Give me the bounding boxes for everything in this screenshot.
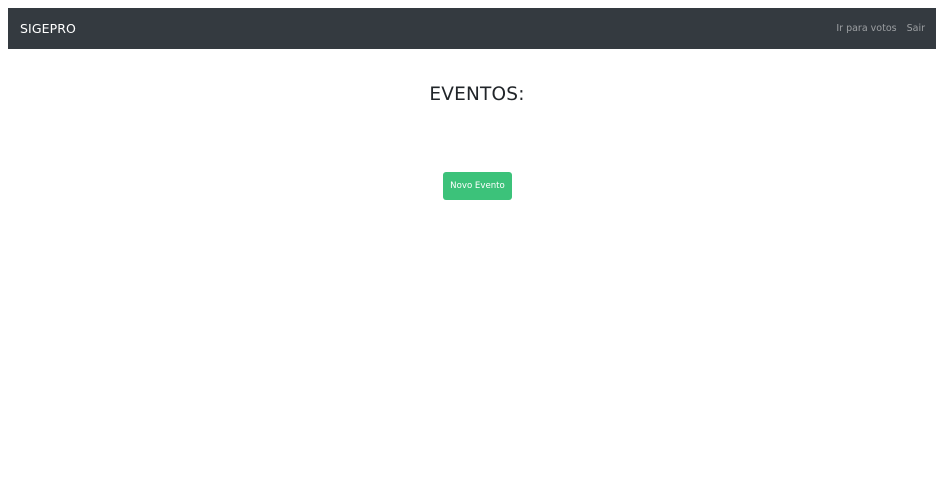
new-event-button[interactable]: Novo Evento [443, 172, 512, 200]
app-viewport: SIGEPRO Ir para votos Sair EVENTOS: Novo… [0, 0, 936, 485]
nav-link-sair[interactable]: Sair [902, 23, 930, 34]
nav-link-ir-para-votos[interactable]: Ir para votos [831, 23, 901, 34]
page-title: EVENTOS: [429, 84, 525, 105]
top-navbar: SIGEPRO Ir para votos Sair [8, 8, 936, 49]
nav-links: Ir para votos Sair [831, 23, 936, 34]
main-content: EVENTOS: Novo Evento [8, 49, 936, 485]
brand-link[interactable]: SIGEPRO [20, 21, 76, 36]
